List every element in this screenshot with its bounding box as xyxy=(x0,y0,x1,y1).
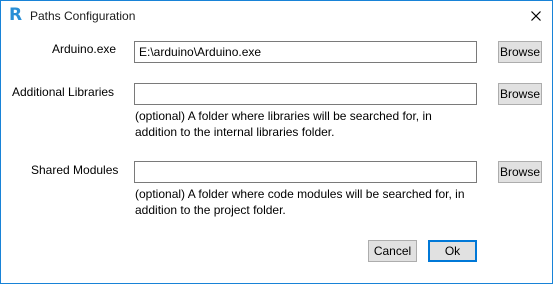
arduino-exe-browse-button[interactable]: Browse xyxy=(498,41,542,63)
additional-libraries-browse-button[interactable]: Browse xyxy=(498,83,542,105)
cancel-button[interactable]: Cancel xyxy=(368,240,417,262)
shared-modules-browse-button[interactable]: Browse xyxy=(498,161,542,183)
additional-libraries-hint-line2: addition to the internal libraries folde… xyxy=(135,125,335,139)
title-bar[interactable]: R Paths Configuration xyxy=(1,1,552,31)
additional-libraries-hint-line1: (optional) A folder where libraries will… xyxy=(135,109,432,123)
shared-modules-input[interactable] xyxy=(134,161,477,183)
shared-modules-hint-line2: addition to the project folder. xyxy=(135,203,286,217)
shared-modules-hint-line1: (optional) A folder where code modules w… xyxy=(135,187,465,201)
close-button[interactable] xyxy=(519,1,552,31)
paths-configuration-dialog: R Paths Configuration Arduino.exe E:\ard… xyxy=(0,0,553,284)
additional-libraries-label: Additional Libraries xyxy=(12,85,115,99)
additional-libraries-hint: (optional) A folder where libraries will… xyxy=(135,108,432,140)
r-logo-icon: R xyxy=(9,5,23,25)
close-icon xyxy=(530,11,541,21)
ok-button[interactable]: Ok xyxy=(428,240,477,262)
arduino-exe-label: Arduino.exe xyxy=(52,42,117,56)
shared-modules-label: Shared Modules xyxy=(31,163,119,177)
shared-modules-hint: (optional) A folder where code modules w… xyxy=(135,186,465,218)
additional-libraries-input[interactable] xyxy=(134,83,477,105)
window-title: Paths Configuration xyxy=(30,9,136,23)
arduino-exe-input[interactable]: E:\arduino\Arduino.exe xyxy=(134,41,477,63)
